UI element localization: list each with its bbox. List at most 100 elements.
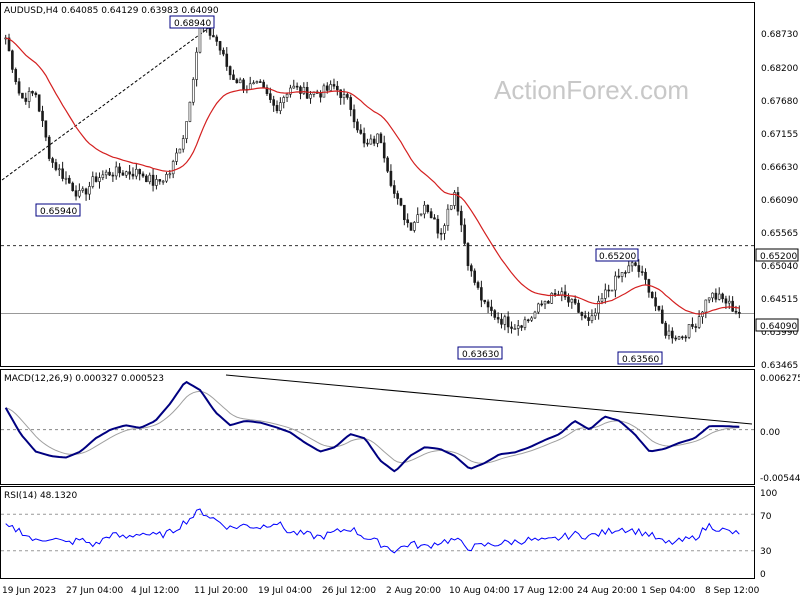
price-candle [108,171,111,176]
rsi-plot [1,508,754,554]
price-candle [78,190,81,197]
price-candle [17,81,21,94]
price-candle [590,315,594,321]
price-candle [470,265,473,272]
price-candle [168,173,172,176]
price-candle [175,152,178,162]
forex-chart: ActionForex.com AUDUSD,H4 0.64085 0.6412… [0,2,800,596]
price-candle [31,91,34,94]
rsi-header: RSI(14) 48.1320 [4,491,77,501]
price-candle [84,188,88,195]
price-candle [413,222,416,231]
price-candle [255,81,259,84]
price-candle [543,301,547,305]
price-candle [346,94,349,98]
price-tick-label: 0.67680 [761,97,798,107]
price-candle [657,305,661,311]
price-candle [295,85,299,88]
rsi-line [5,508,740,554]
price-candle [513,328,517,330]
price-tick-label: 0.64515 [761,295,798,305]
price-candle [681,336,684,339]
macd-header: MACD(12,26,9) 0.000327 0.000523 [4,374,164,384]
price-tick-label: 0.63465 [761,361,798,371]
price-candle [480,287,483,301]
price-candle [366,142,369,145]
price-candle [332,84,336,87]
date-tick-label: 1 Sep 04:00 [641,586,696,596]
price-candle [145,175,148,183]
current-price-tag-text: 0.64090 [760,322,797,332]
price-candle [379,133,383,144]
price-candle [215,36,219,42]
price-candle [627,265,631,273]
price-candle [530,317,533,321]
price-candle [429,211,433,219]
price-candle [27,91,31,102]
price-candle [121,172,125,176]
price-candle [275,105,279,112]
macd-panel-frame [0,369,755,485]
price-candle [34,92,38,96]
price-candle [389,170,393,186]
price-candle [88,186,91,195]
price-candle [386,157,389,172]
price-candle [24,97,28,102]
price-tick-label: 0.68730 [761,30,798,40]
macd-plot [1,374,754,473]
price-candle [148,174,152,183]
price-candle [694,326,698,328]
date-tick-label: 11 Jul 20:00 [194,586,248,596]
macd-axis: 0.006275 0.00 -0.005446 [760,374,800,484]
price-candle [650,292,654,298]
price-candle [158,179,162,182]
date-tick-label: 19 Jul 04:00 [258,586,312,596]
price-candle [171,161,175,175]
price-candle [161,180,165,183]
price-candle [416,214,420,223]
price-candle [640,271,644,273]
macd-tick-label: 0.006275 [760,374,800,384]
price-candle [218,41,222,51]
price-candle [329,84,332,91]
price-candle [704,299,708,313]
price-candle [101,174,105,178]
price-plot [1,18,754,344]
price-candle [687,324,691,338]
macd-line [4,380,740,473]
date-tick-label: 10 Aug 04:00 [449,586,510,596]
price-candle [74,190,78,197]
price-candle [396,193,399,199]
price-candle [225,53,229,67]
price-candle [128,171,131,175]
price-candle [188,101,192,122]
price-candle [506,316,510,328]
price-candle [724,298,728,304]
price-candle [248,83,252,90]
price-candle [57,168,61,171]
price-candle [151,174,155,186]
price-candle [634,262,637,266]
price-candle [587,317,590,321]
price-candle [523,319,527,328]
price-candle [604,289,607,299]
price-candle [610,289,614,292]
price-candle [138,168,141,175]
price-candle [731,300,734,312]
price-tick-label: 0.68200 [761,64,798,74]
price-candle [577,302,580,313]
price-candle [607,289,610,292]
price-candle [721,293,724,300]
price-candle [359,129,363,134]
price-candle [61,168,64,179]
price-candle [285,93,289,98]
price-candle [392,185,396,194]
price-candle [349,97,353,110]
price-candle [553,293,557,295]
price-candle [399,198,403,206]
date-tick-label: 8 Sep 12:00 [705,586,760,596]
price-candle [436,218,440,234]
price-candle [47,136,51,159]
date-tick-label: 24 Aug 20:00 [577,586,638,596]
price-candle [81,188,85,191]
